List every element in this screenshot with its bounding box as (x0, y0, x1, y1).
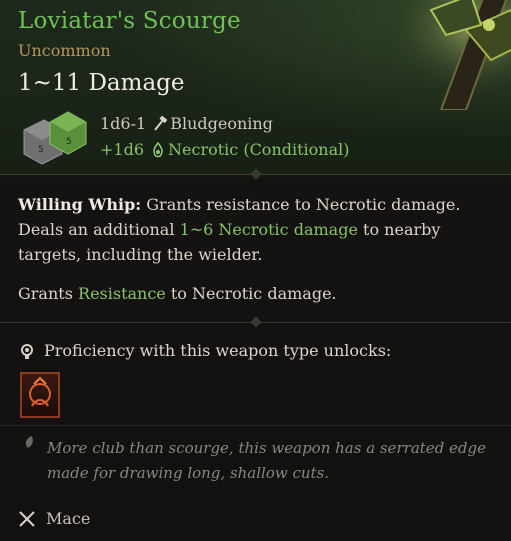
damage-type: Bludgeoning (170, 114, 273, 133)
divider (0, 425, 511, 426)
quill-icon (22, 436, 33, 456)
damage-dice: +1d6 (100, 140, 145, 159)
item-tooltip: Loviatar's Scourge Uncommon 1~11 Damage … (0, 0, 511, 541)
item-rarity: Uncommon (18, 41, 111, 60)
damage-line-necrotic: +1d6 Necrotic (Conditional) (100, 140, 349, 159)
necrotic-icon (153, 141, 163, 157)
item-name: Loviatar's Scourge (18, 8, 241, 34)
ability-name: Willing Whip: (18, 195, 142, 214)
weapon-art-icon (371, 0, 511, 110)
crossed-weapons-icon (19, 510, 35, 527)
proficiency-label: Proficiency with this weapon type unlock… (44, 341, 392, 360)
divider-ornament (250, 316, 262, 328)
passive-ability-icon[interactable] (20, 372, 60, 418)
weapon-type-label: Mace (46, 509, 91, 528)
svg-text:5: 5 (38, 145, 44, 155)
svg-text:5: 5 (66, 137, 72, 147)
flavor-text: More club than scourge, this weapon has … (47, 439, 487, 482)
proficiency-icon (21, 343, 33, 359)
damage-line-bludgeoning: 1d6-1 Bludgeoning (100, 114, 273, 133)
resistance-suffix: to Necrotic damage. (170, 284, 337, 303)
resistance-prefix: Grants (18, 284, 73, 303)
necrotic-damage-highlight: 1~6 Necrotic damage (179, 220, 358, 239)
hammer-icon (154, 115, 168, 131)
resistance-description: Grants Resistance to Necrotic damage. (18, 284, 337, 303)
weapon-type: Mace (18, 509, 90, 528)
damage-total: 1~11 Damage (18, 70, 185, 96)
damage-type: Necrotic (Conditional) (168, 140, 350, 159)
passive-ability-art (29, 376, 51, 407)
item-description: Willing Whip: Grants resistance to Necro… (18, 192, 498, 267)
resistance-highlight: Resistance (78, 284, 166, 303)
damage-dice: 1d6-1 (100, 114, 147, 133)
proficiency-header: Proficiency with this weapon type unlock… (18, 341, 391, 360)
tooltip-header: Loviatar's Scourge Uncommon 1~11 Damage … (0, 0, 511, 174)
dice-icon: 5 5 (23, 111, 87, 165)
